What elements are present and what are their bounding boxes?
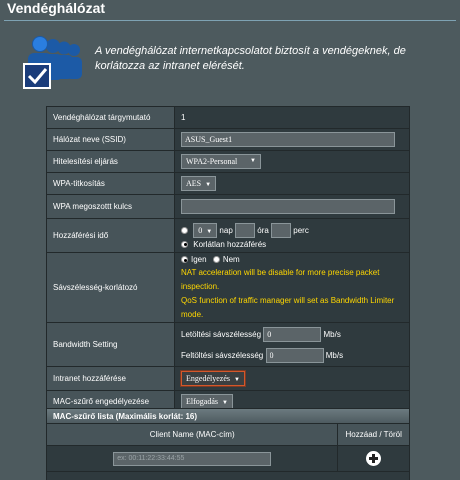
intranet-select-value: Engedélyezés	[186, 374, 230, 383]
auth-select-value: WPA2-Personal	[186, 157, 238, 166]
upload-label: Feltöltési sávszélesség	[181, 350, 264, 360]
index-label: Vendéghálózat tárgymutató	[46, 106, 175, 129]
row-wpa-key: WPA megoszottt kulcs	[46, 194, 410, 219]
ssid-input[interactable]	[181, 132, 395, 147]
mac-list-columns: Client Name (MAC-cím) Hozzáad / Töröl	[46, 424, 410, 446]
mac-filter-select-value: Elfogadás	[186, 397, 218, 406]
wpa-enc-select[interactable]: AES ▼	[181, 176, 217, 191]
upload-unit: Mb/s	[325, 350, 344, 360]
auth-select[interactable]: WPA2-Personal ▼	[181, 154, 261, 169]
caret-down-icon: ▼	[250, 158, 256, 164]
download-input[interactable]	[263, 326, 322, 342]
mac-list-bottom	[46, 472, 410, 480]
bw-no-radio[interactable]	[212, 256, 220, 264]
download-unit: Mb/s	[323, 329, 341, 339]
upload-input[interactable]	[265, 347, 324, 363]
access-hour-input[interactable]	[235, 222, 256, 238]
wpa-key-input[interactable]	[181, 199, 395, 214]
page-title: Vendéghálózat	[7, 0, 106, 16]
row-wpa-enc: WPA-titkosítás AES ▼	[46, 172, 410, 195]
bw-no-label: Nem	[222, 255, 240, 264]
mac-filter-select[interactable]: Elfogadás ▼	[181, 394, 233, 409]
access-min-input[interactable]	[271, 222, 292, 238]
download-label: Letöltési sávszélesség	[181, 329, 262, 339]
caret-down-icon: ▼	[233, 377, 240, 383]
add-circle-icon[interactable]	[366, 451, 382, 466]
bw-warning-qos: QoS function of traffic manager will set…	[181, 296, 395, 319]
index-value: 1	[174, 106, 410, 129]
bw-warning-nat: NAT acceleration will be disable for mor…	[181, 268, 380, 291]
access-day-unit: nap	[219, 225, 233, 235]
access-day-value: 0	[198, 225, 203, 235]
mac-list-header: MAC-szűrő lista (Maximális korlát: 16)	[46, 408, 410, 424]
access-limited-radio[interactable]	[181, 226, 188, 234]
page-description: A vendéghálózat internetkapcsolatot bizt…	[95, 45, 406, 72]
row-auth: Hitelesítési eljárás WPA2-Personal ▼	[46, 150, 410, 173]
mac-col-client: Client Name (MAC-cím)	[149, 430, 235, 439]
row-bw-setting: Bandwidth Setting Letöltési sávszélesség…	[46, 322, 410, 367]
row-ssid: Hálózat neve (SSID)	[46, 128, 410, 151]
caret-down-icon: ▼	[206, 228, 213, 235]
bw-yes-radio[interactable]	[181, 256, 188, 264]
bw-setting-label: Bandwidth Setting	[46, 322, 175, 367]
caret-down-icon: ▼	[222, 400, 228, 406]
intranet-select[interactable]: Engedélyezés ▼	[181, 371, 245, 386]
mac-input-row: ex: 00:11:22:33:44:55	[46, 446, 410, 472]
caret-down-icon: ▼	[205, 182, 212, 188]
wpa-enc-label: WPA-titkosítás	[46, 172, 175, 195]
bw-yes-label: Igen	[191, 255, 207, 264]
intranet-label: Intranet hozzáférése	[46, 366, 175, 391]
mac-address-input[interactable]: ex: 00:11:22:33:44:55	[113, 451, 272, 466]
row-intranet: Intranet hozzáférése Engedélyezés ▼	[46, 366, 410, 391]
row-index: Vendéghálózat tárgymutató 1	[46, 106, 410, 129]
ssid-label: Hálózat neve (SSID)	[46, 128, 175, 151]
guest-network-form: Vendéghálózat tárgymutató 1 Hálózat neve…	[46, 106, 410, 413]
guest-users-icon	[16, 36, 86, 92]
mac-col-action: Hozzáad / Töröl	[337, 424, 409, 445]
auth-label: Hitelesítési eljárás	[46, 150, 175, 173]
wpa-enc-select-value: AES	[186, 179, 202, 188]
access-label: Hozzáférési idő	[46, 218, 175, 253]
bw-label: Sávszélesség-korlátozó	[46, 252, 175, 323]
access-unlimited-radio[interactable]	[181, 240, 188, 248]
title-divider	[4, 20, 456, 21]
row-access: Hozzáférési idő 0 ▼ nap óra perc Korlátla…	[46, 218, 410, 253]
row-bw-limiter: Sávszélesség-korlátozó Igen Nem NAT acce…	[46, 252, 410, 323]
access-hour-unit: óra	[257, 225, 269, 235]
access-day-select[interactable]: 0 ▼	[193, 222, 218, 238]
access-unlimited-label: Korlátlan hozzáférés	[193, 239, 267, 249]
access-min-unit: perc	[293, 225, 309, 235]
wpa-key-label: WPA megoszottt kulcs	[46, 194, 175, 219]
